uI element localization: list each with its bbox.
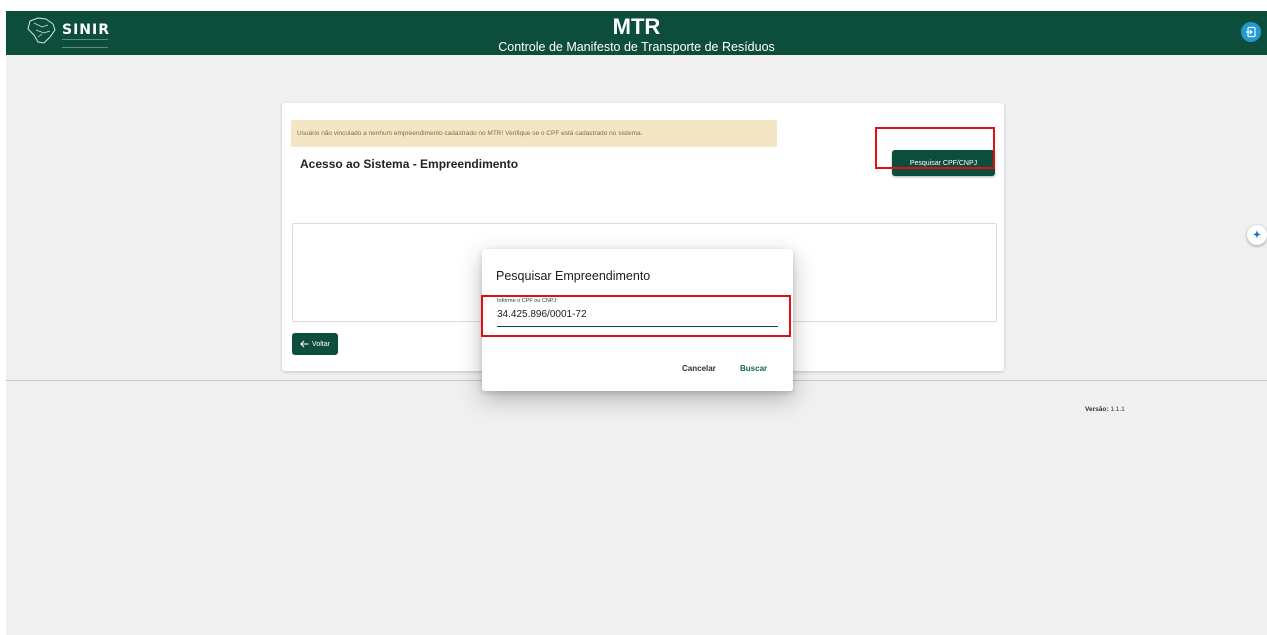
app-subtitle: Controle de Manifesto de Transporte de R…	[498, 40, 775, 54]
version-label: Versão:	[1085, 406, 1109, 413]
back-button[interactable]: Voltar	[292, 333, 338, 355]
highlight-input-field	[481, 295, 791, 337]
warning-alert: Usuário não vinculado a nenhum empreendi…	[291, 120, 777, 147]
search-submit-button[interactable]: Buscar	[740, 364, 767, 373]
header-titles: MTR Controle de Manifesto de Transporte …	[6, 11, 1267, 55]
version-info: Versão: 1.1.1	[1085, 406, 1125, 413]
version-value: 1.1.1	[1110, 406, 1125, 413]
top-header: SINIR MTR Controle de Manifesto de Trans…	[6, 11, 1267, 55]
assistant-fab-button[interactable]: ✦	[1247, 225, 1267, 245]
card-title: Acesso ao Sistema - Empreendimento	[300, 157, 519, 171]
highlight-search-button	[875, 127, 995, 169]
exit-icon	[1246, 26, 1256, 38]
back-button-label: Voltar	[312, 340, 330, 348]
assistant-icon: ✦	[1252, 229, 1262, 241]
dialog-title: Pesquisar Empreendimento	[496, 269, 651, 283]
app-title: MTR	[612, 14, 661, 39]
arrow-left-icon	[300, 340, 309, 348]
exit-button[interactable]	[1241, 22, 1261, 42]
cancel-button[interactable]: Cancelar	[682, 364, 716, 373]
